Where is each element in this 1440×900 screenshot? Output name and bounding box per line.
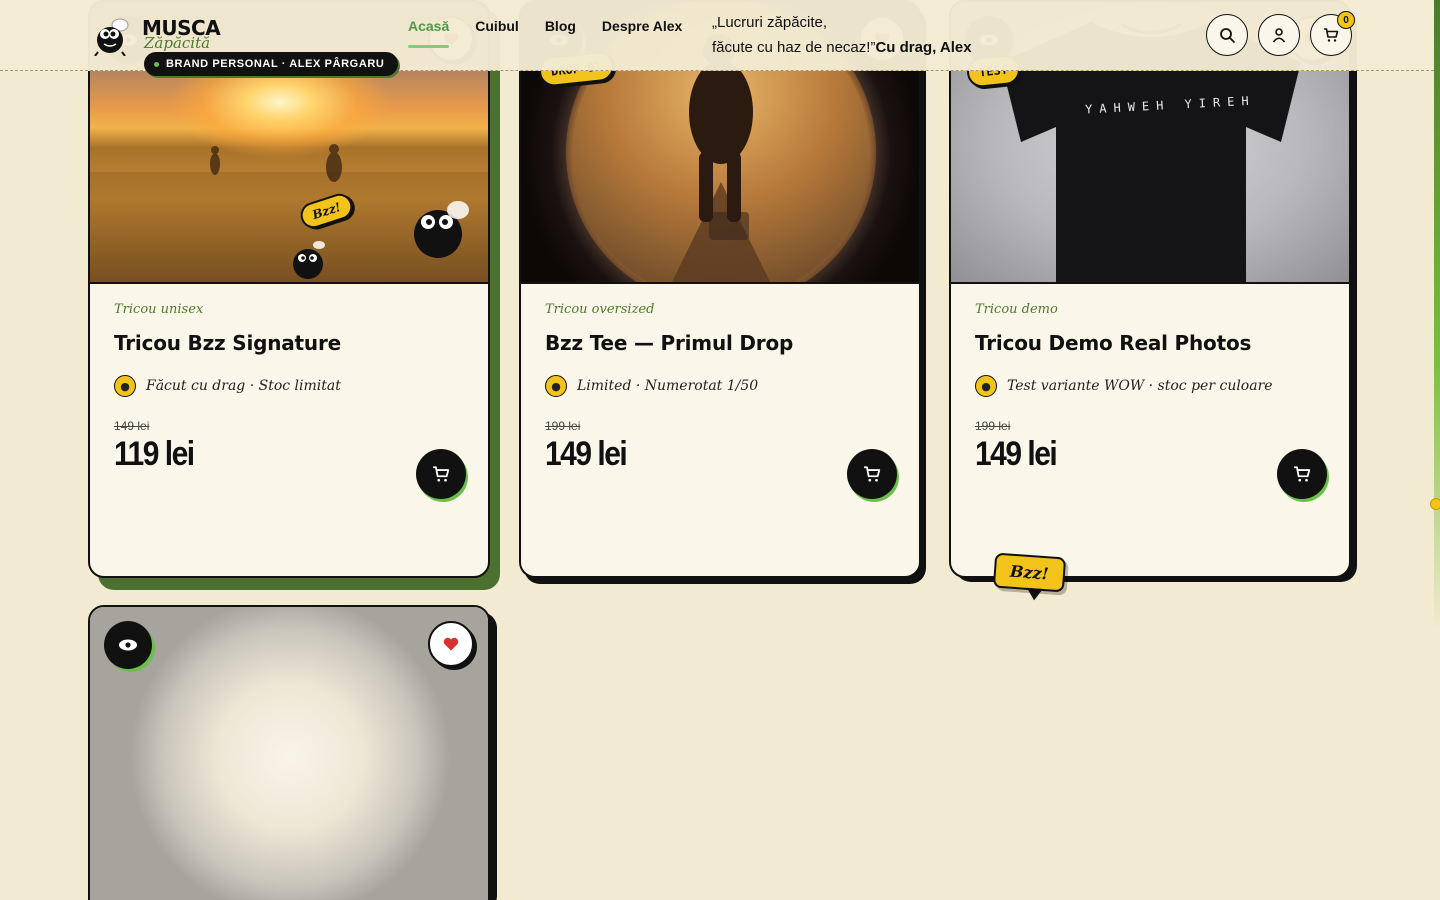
main-nav: Acasă Cuibul Blog Despre Alex xyxy=(408,18,682,48)
product-meta-text: Făcut cu drag · Stoc limitat xyxy=(146,378,341,394)
search-button[interactable] xyxy=(1206,14,1248,56)
user-icon xyxy=(1272,28,1286,43)
product-card[interactable]: DROP 01 Tricou oversized Bzz Tee — Primu… xyxy=(519,0,921,578)
brand-pill: BRAND PERSONAL · ALEX PÂRGARU xyxy=(144,52,399,76)
product-card[interactable]: YAHWEH YIREH TEST Tricou demo Tricou Dem… xyxy=(949,0,1351,578)
wishlist-button[interactable] xyxy=(428,621,474,667)
quote-line-2: făcute cu haz de necaz!”Cu drag, Alex xyxy=(712,35,972,60)
scroll-indicator[interactable] xyxy=(1430,498,1440,510)
quote-line-2-text: făcute cu haz de necaz!” xyxy=(712,39,876,56)
product-meta: ● Făcut cu drag · Stoc limitat xyxy=(114,375,464,397)
site-header: MUSCA Zăpăcită BRAND PERSONAL · ALEX PÂR… xyxy=(0,0,1434,76)
product-category: Tricou unisex xyxy=(114,302,204,317)
heart-icon xyxy=(443,637,459,651)
card-body: Tricou unisex Tricou Bzz Signature ● Făc… xyxy=(114,302,464,473)
product-meta-text: Limited · Numerotat 1/50 xyxy=(577,378,759,394)
quote-signature: Cu drag, Alex xyxy=(875,39,972,56)
product-image-placeholder[interactable] xyxy=(90,607,488,900)
add-to-cart-button[interactable] xyxy=(416,449,466,499)
product-card[interactable]: Bzz! Tricou unisex Tricou Bzz Signature … xyxy=(88,0,490,578)
cart-count-badge: 0 xyxy=(1337,11,1355,29)
quote-line-1: „Lucruri zăpăcite, xyxy=(712,14,828,31)
search-icon xyxy=(1220,28,1235,43)
product-title[interactable]: Tricou Bzz Signature xyxy=(114,331,464,355)
fly-logo-icon xyxy=(94,18,129,56)
quick-view-button[interactable] xyxy=(104,621,152,669)
product-meta: ● Limited · Numerotat 1/50 xyxy=(545,375,895,397)
nav-item-blog[interactable]: Blog xyxy=(545,18,576,48)
product-price: 149 lei xyxy=(975,435,1058,473)
brand-pill-label: BRAND PERSONAL · ALEX PÂRGARU xyxy=(166,58,385,70)
product-category: Tricou oversized xyxy=(545,302,655,317)
page-scrollbar[interactable] xyxy=(1434,0,1440,900)
fly-badge-icon: ● xyxy=(545,375,567,397)
product-meta-text: Test variante WOW · stoc per culoare xyxy=(1007,378,1273,394)
product-old-price: 199 lei xyxy=(975,419,1011,433)
cart-icon xyxy=(433,466,450,482)
account-button[interactable] xyxy=(1258,14,1300,56)
site-logo[interactable]: MUSCA Zăpăcită BRAND PERSONAL · ALEX PÂR… xyxy=(92,12,399,82)
nav-item-cuibul[interactable]: Cuibul xyxy=(475,18,519,48)
bzz-speech-bubble: Bzz! xyxy=(992,552,1066,593)
nav-item-acasa[interactable]: Acasă xyxy=(408,18,450,48)
product-title[interactable]: Bzz Tee — Primul Drop xyxy=(545,331,895,355)
logo-subtitle: Zăpăcită xyxy=(144,34,211,52)
status-dot xyxy=(154,62,159,67)
product-meta: ● Test variante WOW · stoc per culoare xyxy=(975,375,1325,397)
product-card[interactable] xyxy=(88,605,490,900)
product-price: 149 lei xyxy=(545,435,628,473)
cart-button[interactable]: 0 xyxy=(1310,11,1355,56)
cart-icon xyxy=(864,466,881,482)
product-price: 119 lei xyxy=(114,435,195,473)
fly-badge-icon: ● xyxy=(114,375,136,397)
fly-badge-icon: ● xyxy=(975,375,997,397)
product-title[interactable]: Tricou Demo Real Photos xyxy=(975,331,1325,355)
nav-item-despre-alex[interactable]: Despre Alex xyxy=(602,18,682,48)
cart-icon xyxy=(1294,466,1311,482)
add-to-cart-button[interactable] xyxy=(847,449,897,499)
cart-icon xyxy=(1324,28,1339,42)
card-body: Tricou oversized Bzz Tee — Primul Drop ●… xyxy=(545,302,895,473)
product-old-price: 149 lei xyxy=(114,419,150,433)
eye-icon xyxy=(119,639,137,651)
add-to-cart-button[interactable] xyxy=(1277,449,1327,499)
header-quote: „Lucruri zăpăcite, făcute cu haz de neca… xyxy=(712,10,972,60)
product-old-price: 199 lei xyxy=(545,419,581,433)
card-body: Tricou demo Tricou Demo Real Photos ● Te… xyxy=(975,302,1325,473)
product-category: Tricou demo xyxy=(975,302,1058,317)
